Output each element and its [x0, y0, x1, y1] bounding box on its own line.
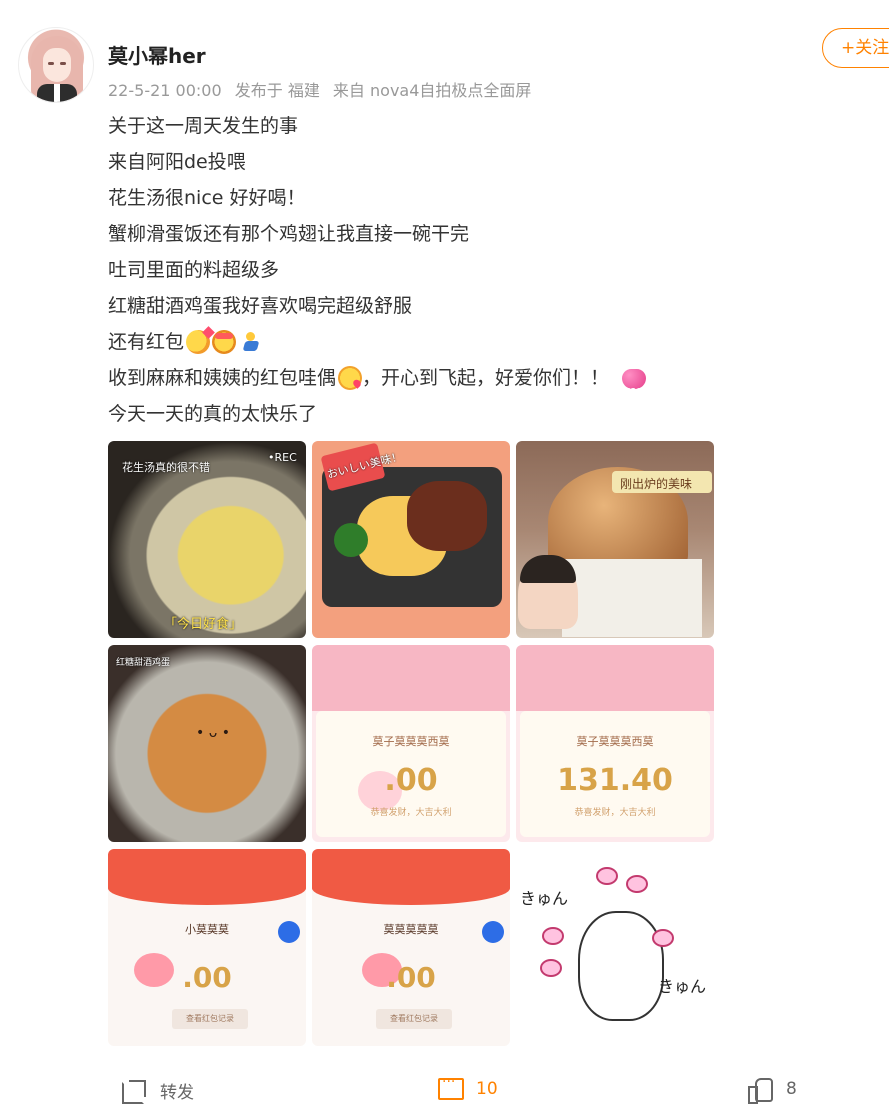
avatar-face — [43, 48, 71, 82]
image-bunny-sticker[interactable]: きゅん きゅん — [516, 849, 714, 1046]
text-line: 今天一天的真的太快乐了 — [108, 403, 318, 425]
text-line-with-emoji: 还有红包 — [108, 324, 808, 360]
post-time[interactable]: 22-5-21 00:00 — [108, 81, 222, 100]
record-button: 查看红包记录 — [376, 1009, 452, 1029]
screen-header — [312, 849, 510, 905]
packet-brand: 莫莫莫莫莫 — [383, 923, 439, 936]
share-label: 转发 — [160, 1083, 194, 1103]
text-line: ，开心到飞起，好爱你们！！ — [362, 367, 610, 389]
heart-icon — [540, 959, 562, 977]
image-stamp: 「今日好食」 — [164, 617, 243, 632]
running-emoji-icon — [238, 330, 262, 354]
text-line: 来自阿阳de投喂 — [108, 151, 246, 173]
text-line: 还有红包 — [108, 331, 185, 353]
heart-icon — [596, 867, 618, 885]
image-caption: 刚出炉的美味 — [620, 477, 693, 491]
comment-button[interactable]: 10 — [438, 1074, 498, 1100]
packet-amount: .00 — [386, 961, 436, 994]
sticker-text: きゅん — [520, 889, 569, 908]
party-emoji-icon — [186, 330, 211, 354]
record-button: 查看红包记录 — [172, 1009, 248, 1029]
username[interactable]: 莫小幂her — [108, 40, 206, 69]
image-peanut-soup[interactable]: 花生汤真的很不错 •REC 「今日好食」 — [108, 441, 306, 638]
packet-note: 恭喜发财，大吉大利 — [574, 808, 656, 818]
text-line: 关于这一周天发生的事 — [108, 115, 299, 137]
packet-amount: .00 — [182, 961, 232, 994]
heart-icon — [626, 875, 648, 893]
packet-brand: 莫子莫莫莫西莫 — [372, 735, 450, 748]
broccoli — [334, 523, 368, 557]
post-source: 来自 nova4自拍极点全面屏 — [332, 81, 532, 100]
post-meta: 22-5-21 00:00 发布于 福建 来自 nova4自拍极点全面屏 — [108, 77, 539, 101]
rec-label: •REC — [268, 451, 297, 464]
packet-amount: 131.40 — [557, 763, 673, 798]
comment-icon — [438, 1074, 464, 1100]
bunny-drawing — [578, 911, 664, 1021]
image-caption: 红糖甜酒鸡蛋 — [116, 658, 171, 668]
side-badge-icon — [278, 921, 300, 943]
screen-header — [108, 849, 306, 905]
action-bar: 转发 10 8 — [0, 1068, 889, 1110]
packet-brand: 小莫莫莫 — [185, 923, 229, 936]
image-sweet-wine-egg[interactable]: 红糖甜酒鸡蛋 • ᴗ • — [108, 645, 306, 842]
image-red-packet-1[interactable]: 莫子莫莫莫西莫 .00 恭喜发财，大吉大利 — [312, 645, 510, 842]
like-count: 8 — [786, 1079, 797, 1099]
avatar-tie — [54, 84, 60, 102]
cute-face-sticker: • ᴗ • — [196, 725, 230, 741]
text-line: 吐司里面的料超级多 — [108, 259, 280, 281]
side-badge-icon — [482, 921, 504, 943]
packet-brand: 莫子莫莫莫西莫 — [576, 735, 654, 748]
post-location: 发布于 福建 — [234, 81, 320, 100]
heart-icon — [542, 927, 564, 945]
avatar-eye — [48, 62, 54, 65]
image-bread[interactable]: 刚出炉的美味 — [516, 441, 714, 638]
packet-note: 恭喜发财，大吉大利 — [370, 808, 452, 818]
image-caption: 花生汤真的很不错 — [122, 461, 210, 474]
heart-520-emoji-icon: 520 — [619, 365, 649, 396]
heart-icon — [652, 929, 674, 947]
thumbs-up-icon — [748, 1078, 773, 1104]
text-line: 红糖甜酒鸡蛋我好喜欢喝完超级舒服 — [108, 295, 413, 317]
sticker-text: きゅん — [658, 977, 707, 996]
packet-amount: .00 — [384, 763, 438, 798]
image-red-packet-screen-2[interactable]: 莫莫莫莫莫 .00 查看红包记录 — [312, 849, 510, 1046]
share-button[interactable]: 转发 — [122, 1078, 194, 1104]
chicken-wing — [407, 481, 487, 551]
kiss-emoji-icon — [338, 366, 363, 390]
follow-button[interactable]: +关注 — [822, 28, 889, 68]
packet-header — [312, 645, 510, 711]
text-line: 收到麻麻和姨姨的红包哇偶 — [108, 367, 337, 389]
text-line: 花生汤很nice 好好喝！ — [108, 187, 306, 209]
text-line: 蟹柳滑蛋饭还有那个鸡翅让我直接一碗干完 — [108, 223, 470, 245]
avatar[interactable] — [18, 27, 94, 103]
text-line-with-emoji: 收到麻麻和姨姨的红包哇偶 ，开心到飞起，好爱你们！！ 520 — [108, 360, 808, 396]
packet-header — [516, 645, 714, 711]
image-red-packet-screen-1[interactable]: 小莫莫莫 .00 查看红包记录 — [108, 849, 306, 1046]
share-icon — [122, 1079, 146, 1104]
avatar-eye — [60, 62, 66, 65]
post-text: 关于这一周天发生的事 来自阿阳de投喂 花生汤很nice 好好喝！ 蟹柳滑蛋饭还… — [108, 108, 808, 432]
image-red-packet-2[interactable]: 莫子莫莫莫西莫 131.40 恭喜发财，大吉大利 — [516, 645, 714, 842]
image-egg-rice[interactable]: おいしい美味！ — [312, 441, 510, 638]
like-button[interactable]: 8 — [748, 1078, 797, 1104]
comment-count: 10 — [476, 1079, 498, 1099]
bread-box — [562, 559, 702, 637]
gift-emoji-icon — [212, 330, 237, 354]
